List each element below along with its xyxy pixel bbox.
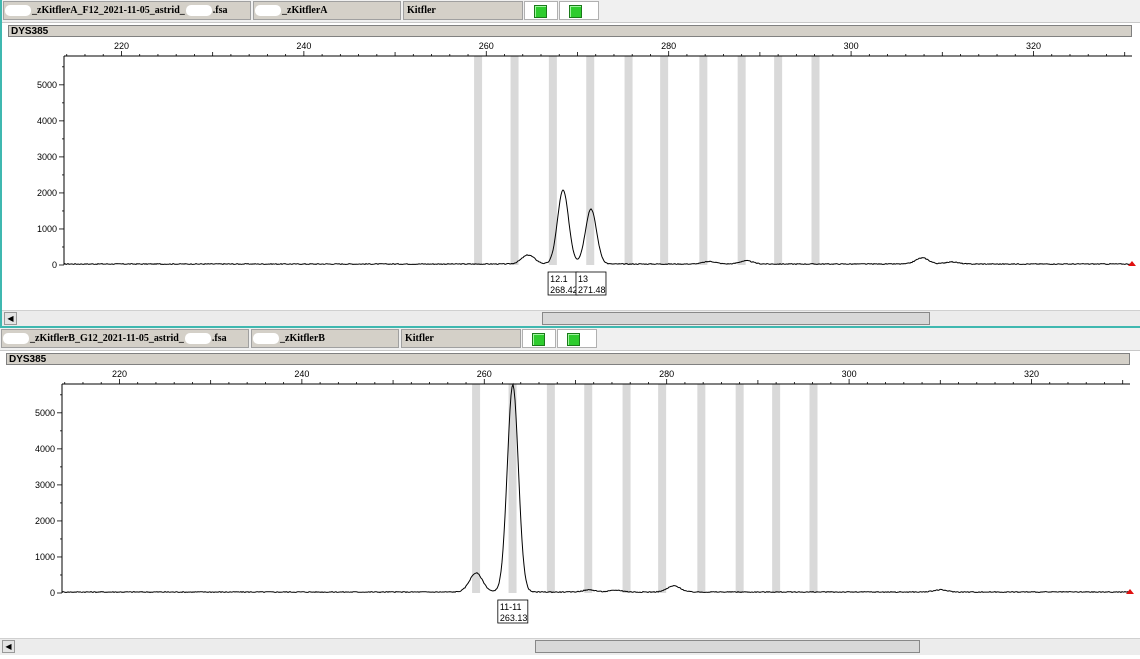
x-tick-label: 260 [477,369,492,379]
allele-bin [772,384,781,593]
x-tick-label: 220 [114,41,129,51]
allele-bin [660,56,669,265]
allele-bin [474,56,483,265]
y-tick-label: 0 [50,588,55,598]
allele-bin [699,56,708,265]
panel-header: _zKitflerA_F12_2021-11-05_astrid_ .fsa _z… [2,0,1140,23]
scroll-left-icon[interactable]: ◀ [4,312,17,325]
kit-name-cell[interactable]: Kitfler [401,329,521,348]
y-tick-label: 4000 [35,444,55,454]
green-status-button[interactable] [522,329,556,348]
file-name: _zKitflerA_F12_2021-11-05_astrid_ [32,5,185,16]
redacted-mask [253,333,279,345]
allele-call: 12.1 [550,274,568,284]
kit-name-cell[interactable]: Kitfler [403,1,523,20]
allele-bin [735,384,744,593]
x-tick-label: 320 [1026,41,1041,51]
trace-line [61,382,1131,594]
y-tick-label: 2000 [37,188,57,198]
electropherogram-plot: 220 240 260 280 300 320 0 1000 2000 3000 4000 5000 1… [37,41,1136,296]
locus-bar: DYS385 [8,25,1132,37]
allele-bin [546,384,555,593]
sample-name-cell[interactable]: _zKitflerB [251,329,399,348]
x-tick-label: 300 [844,41,859,51]
y-tick-label: 1000 [35,552,55,562]
green-square-icon [534,5,547,18]
file-name-cell[interactable]: _zKitflerA_F12_2021-11-05_astrid_ .fsa [3,1,251,20]
allele-bin [510,56,519,265]
x-tick-label: 280 [659,369,674,379]
locus-name: DYS385 [9,354,47,365]
electropherogram-panel-2: _zKitflerB_G12_2021-11-05_astrid_ .fsa _z… [0,328,1140,658]
y-tick-label: 4000 [37,116,57,126]
file-name-cell[interactable]: _zKitflerB_G12_2021-11-05_astrid_ .fsa [1,329,249,348]
horizontal-scrollbar[interactable]: ◀ [2,310,1140,327]
allele-bin [584,384,593,593]
redacted-mask [5,5,31,17]
allele-bin [697,384,706,593]
kit-name: Kitfler [407,5,436,16]
allele-size: 268.42 [550,285,578,295]
scroll-left-icon[interactable]: ◀ [2,640,15,653]
allele-call: 13 [578,274,588,284]
x-tick-label: 280 [661,41,676,51]
x-tick-label: 240 [294,369,309,379]
file-extension: .fsa [211,333,227,344]
file-extension: .fsa [212,5,228,16]
x-tick-label: 260 [479,41,494,51]
allele-bin [624,56,633,265]
panel-header: _zKitflerB_G12_2021-11-05_astrid_ .fsa _z… [0,328,1140,351]
redacted-mask [3,333,29,345]
allele-bin [658,384,667,593]
file-name: _zKitflerB_G12_2021-11-05_astrid_ [30,333,184,344]
redacted-mask [255,5,281,17]
y-tick-label: 0 [52,260,57,270]
electropherogram-panel-1: _zKitflerA_F12_2021-11-05_astrid_ .fsa _z… [0,0,1140,330]
electropherogram-plot: 220 240 260 280 300 320 0 1000 2000 3000 4000 5000 1… [35,369,1134,624]
scrollbar-thumb[interactable] [542,312,930,325]
y-tick-label: 3000 [37,152,57,162]
green-square-icon [567,333,580,346]
trace-line [63,189,1133,266]
allele-bin [774,56,783,265]
end-marker [1128,261,1136,266]
sample-name: _zKitflerA [282,5,328,16]
redacted-mask [184,333,211,345]
allele-call: 11-11 [500,602,522,612]
scrollbar-thumb[interactable] [534,640,920,653]
allele-bin [809,384,818,593]
allele-bin [472,384,481,593]
x-tick-label: 320 [1024,369,1039,379]
allele-size: 263.13 [500,613,528,623]
green-square-icon [569,5,582,18]
sample-name-cell[interactable]: _zKitflerA [253,1,401,20]
y-tick-label: 1000 [37,224,57,234]
allele-bin [622,384,631,593]
y-tick-label: 2000 [35,516,55,526]
locus-bar: DYS385 [6,353,1130,365]
x-tick-label: 220 [112,369,127,379]
locus-name: DYS385 [11,26,49,37]
kit-name: Kitfler [405,333,434,344]
y-tick-label: 5000 [35,408,55,418]
green-status-button[interactable] [559,1,599,20]
y-tick-label: 3000 [35,480,55,490]
x-tick-label: 300 [842,369,857,379]
sample-name: _zKitflerB [280,333,325,344]
allele-bin [737,56,746,265]
x-tick-label: 240 [296,41,311,51]
green-status-button[interactable] [524,1,558,20]
allele-bin [811,56,820,265]
redacted-mask [185,5,212,17]
green-status-button[interactable] [557,329,597,348]
allele-bin [586,56,595,265]
y-tick-label: 5000 [37,80,57,90]
horizontal-scrollbar[interactable]: ◀ [0,638,1140,655]
green-square-icon [532,333,545,346]
allele-size: 271.48 [578,285,606,295]
